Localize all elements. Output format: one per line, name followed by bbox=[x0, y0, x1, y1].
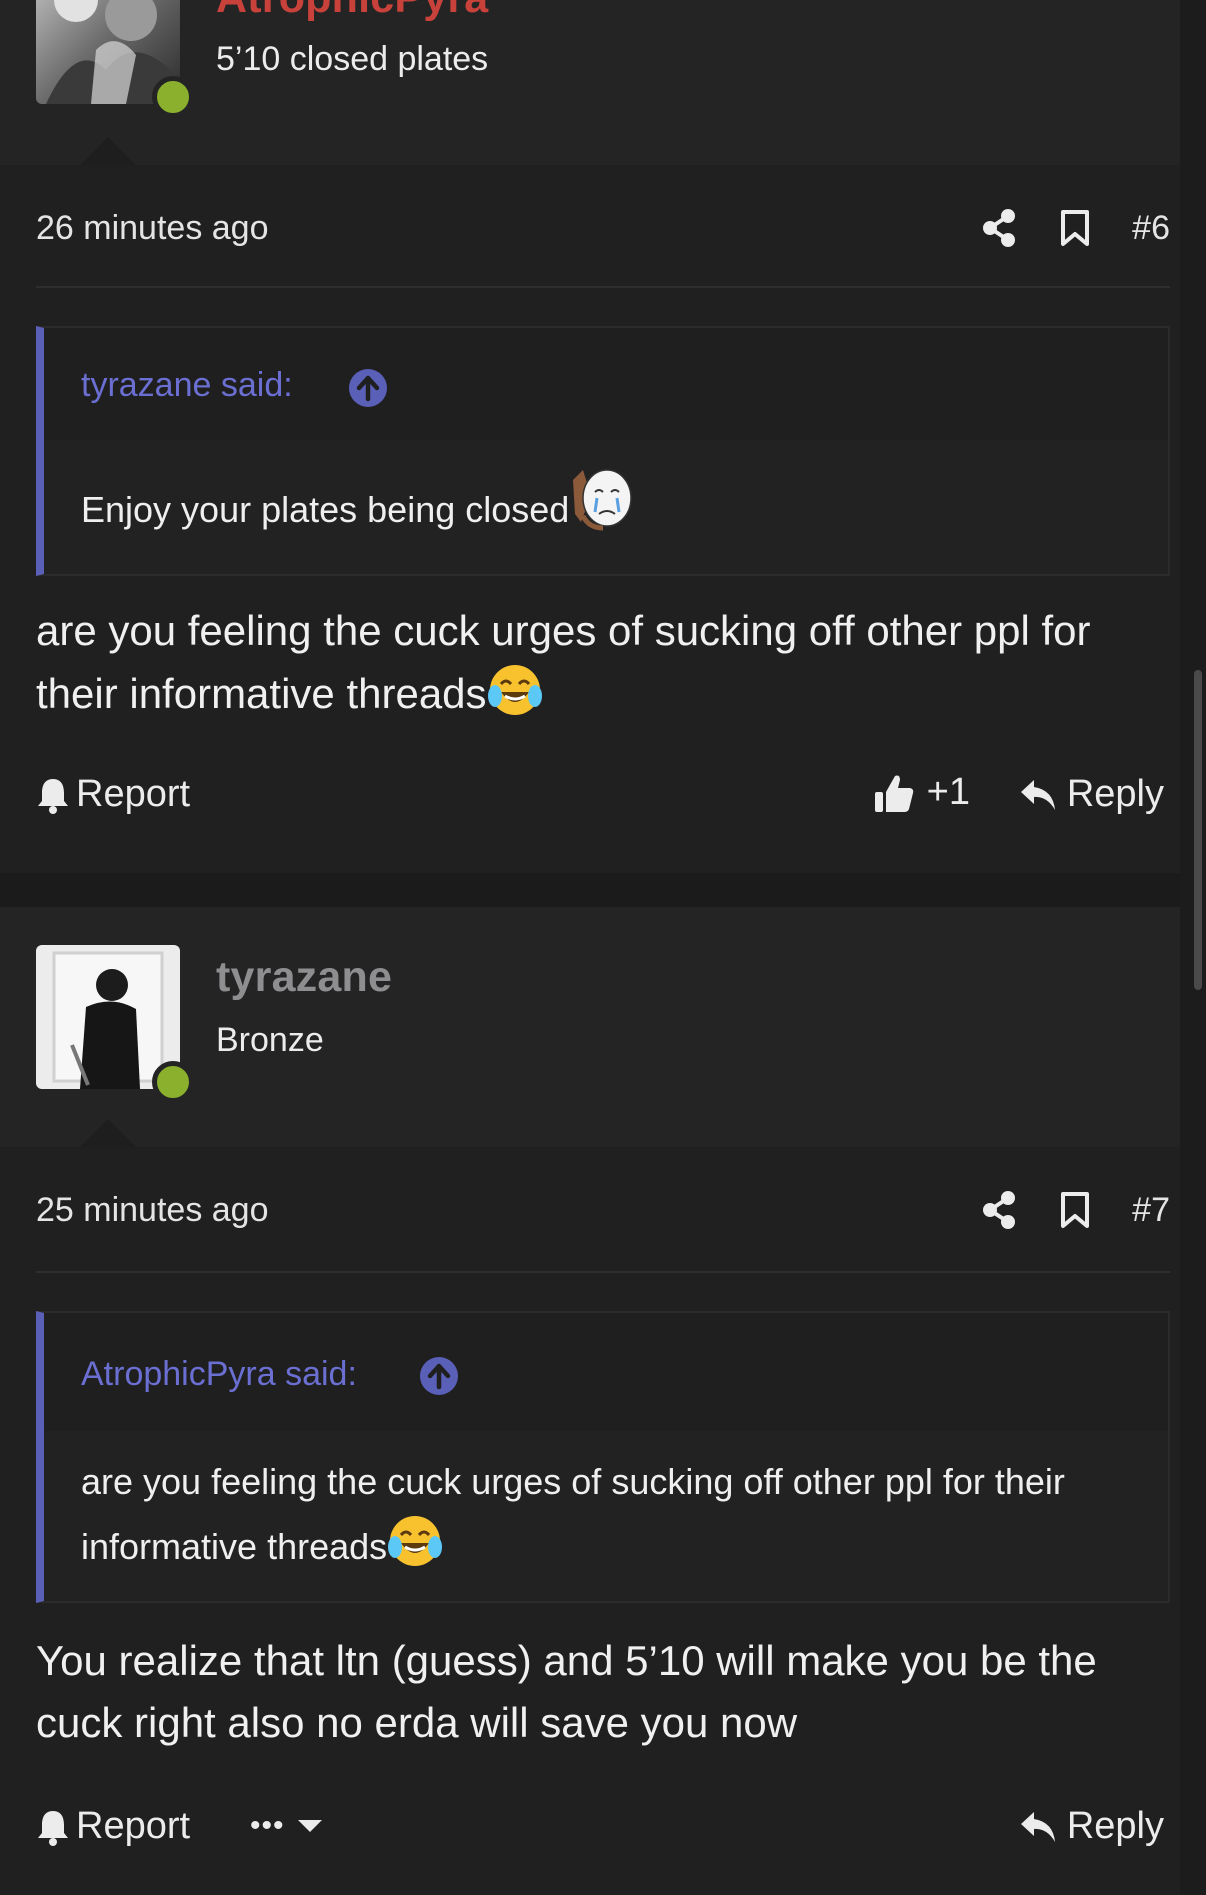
post-body: You realize that ltn (guess) and 5’10 wi… bbox=[36, 1630, 1170, 1754]
quote-author[interactable]: tyrazane said: bbox=[81, 366, 293, 405]
quote-block: tyrazane said: Enjoy your plates being c… bbox=[36, 326, 1170, 576]
thumbs-up-icon bbox=[874, 775, 913, 812]
avatar[interactable] bbox=[36, 945, 194, 1103]
jump-to-quote-icon[interactable] bbox=[349, 369, 387, 407]
report-button[interactable]: Report bbox=[36, 773, 190, 816]
more-options-label: ••• bbox=[250, 1809, 285, 1842]
post-separator bbox=[0, 873, 1180, 907]
chevron-down-icon bbox=[297, 1820, 322, 1832]
bookmark-icon[interactable] bbox=[1060, 1191, 1090, 1229]
post-meta: 25 minutes ago #7 bbox=[36, 1185, 1170, 1235]
post-7-user-header: tyrazane Bronze bbox=[0, 907, 1180, 1147]
post-6: 26 minutes ago #6 tyrazane said: Enjoy y… bbox=[0, 165, 1180, 873]
share-icon[interactable] bbox=[982, 209, 1016, 247]
report-button[interactable]: Report bbox=[36, 1805, 190, 1848]
post-7: 25 minutes ago #7 AtrophicPyra said: are… bbox=[0, 1147, 1180, 1895]
divider bbox=[36, 1271, 1170, 1273]
avatar[interactable] bbox=[36, 0, 194, 118]
post-actions: Report +1 Reply bbox=[36, 767, 1170, 827]
reply-button[interactable]: Reply bbox=[1019, 773, 1164, 816]
reply-arrow-icon bbox=[1020, 1811, 1055, 1842]
quote-author[interactable]: AtrophicPyra said: bbox=[81, 1355, 357, 1394]
quote-text: are you feeling the cuck urges of suckin… bbox=[44, 1431, 1168, 1616]
like-button[interactable]: +1 bbox=[873, 771, 970, 814]
quote-block: AtrophicPyra said: are you feeling the c… bbox=[36, 1311, 1170, 1603]
post-timestamp[interactable]: 25 minutes ago bbox=[36, 1191, 269, 1230]
share-icon[interactable] bbox=[982, 1191, 1016, 1229]
report-label: Report bbox=[76, 1805, 191, 1847]
quote-text-content: are you feeling the cuck urges of suckin… bbox=[81, 1461, 1065, 1567]
reply-label: Reply bbox=[1066, 773, 1164, 815]
more-options-button[interactable]: ••• bbox=[250, 1809, 323, 1843]
quote-header[interactable]: tyrazane said: bbox=[44, 328, 1168, 440]
like-count: +1 bbox=[926, 771, 970, 813]
crying-wojak-emoji bbox=[569, 466, 635, 551]
post-pointer bbox=[80, 137, 136, 165]
post-timestamp[interactable]: 26 minutes ago bbox=[36, 209, 269, 248]
username[interactable]: AtrophicPyra bbox=[216, 0, 488, 23]
report-label: Report bbox=[76, 773, 191, 815]
quote-text-content: Enjoy your plates being closed bbox=[81, 489, 570, 530]
post-number-link[interactable]: #7 bbox=[1132, 1191, 1170, 1230]
jump-to-quote-icon[interactable] bbox=[420, 1357, 458, 1395]
divider bbox=[36, 286, 1170, 288]
online-status-indicator bbox=[152, 1061, 194, 1103]
post-meta: 26 minutes ago #6 bbox=[36, 203, 1170, 253]
quote-header[interactable]: AtrophicPyra said: bbox=[44, 1313, 1168, 1431]
post-pointer bbox=[80, 1119, 136, 1147]
user-title: 5’10 closed plates bbox=[216, 40, 489, 78]
bookmark-icon[interactable] bbox=[1060, 209, 1090, 247]
user-title: Bronze bbox=[216, 1021, 324, 1059]
quote-text: Enjoy your plates being closed bbox=[44, 440, 1168, 579]
username[interactable]: tyrazane bbox=[216, 953, 392, 1002]
laughing-crying-emoji bbox=[387, 1513, 443, 1588]
bell-icon bbox=[38, 778, 68, 814]
thread-page: AtrophicPyra 5’10 closed plates 26 minut… bbox=[0, 0, 1206, 1895]
bell-icon bbox=[38, 1810, 68, 1846]
post-body: are you feeling the cuck urges of suckin… bbox=[36, 600, 1170, 735]
post-body-text: are you feeling the cuck urges of suckin… bbox=[36, 607, 1091, 717]
post-6-user-header: AtrophicPyra 5’10 closed plates bbox=[0, 0, 1180, 165]
post-body-text: You realize that ltn (guess) and 5’10 wi… bbox=[36, 1637, 1097, 1746]
reply-button[interactable]: Reply bbox=[1019, 1805, 1164, 1848]
post-number-link[interactable]: #6 bbox=[1132, 209, 1170, 248]
online-status-indicator bbox=[152, 76, 194, 118]
reply-label: Reply bbox=[1066, 1805, 1164, 1847]
laughing-crying-emoji bbox=[487, 662, 543, 735]
scrollbar[interactable] bbox=[1194, 670, 1202, 990]
reply-arrow-icon bbox=[1020, 779, 1055, 810]
post-actions: Report ••• Reply bbox=[36, 1799, 1170, 1859]
